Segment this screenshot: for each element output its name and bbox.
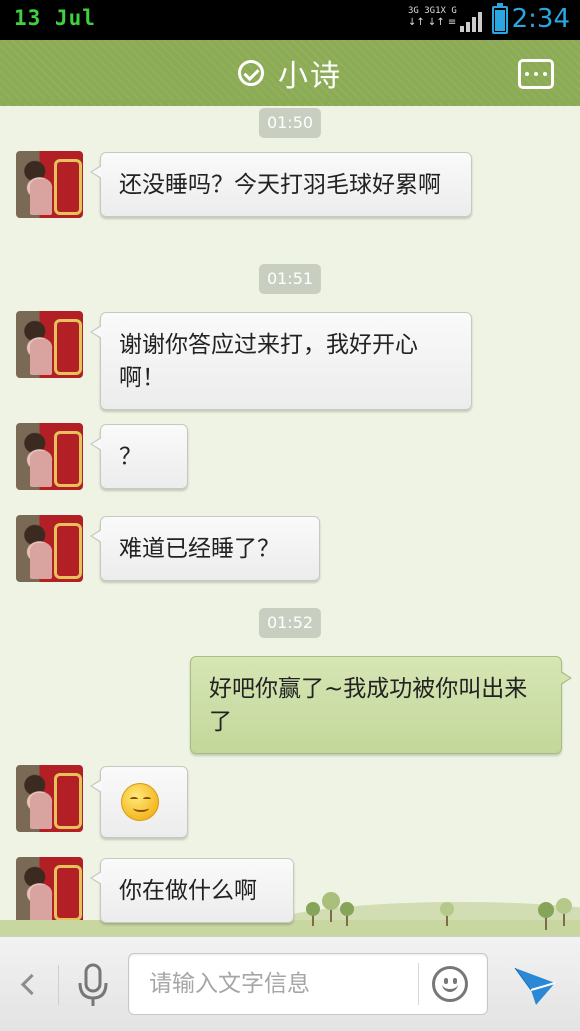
timestamp: 01:52: [258, 608, 322, 638]
chevron-left-icon[interactable]: [20, 973, 34, 997]
divider: [58, 965, 59, 1005]
data-arrows-icon: ↓↑ ↓↑ ≡: [408, 17, 457, 28]
incoming-emoji-message[interactable]: [90, 766, 188, 838]
contact-avatar[interactable]: [16, 311, 83, 378]
chat-area[interactable]: 01:50 还没睡吗？今天打羽毛球好累啊 01:51 谢谢你答应过来打，我好开心…: [0, 106, 580, 936]
contact-avatar[interactable]: [16, 765, 83, 832]
check-circle-icon: [238, 60, 264, 86]
network-label: 3G 3G1X G: [408, 6, 457, 16]
contact-avatar[interactable]: [16, 151, 83, 218]
microphone-icon[interactable]: [76, 963, 110, 1009]
send-icon[interactable]: [512, 963, 558, 1009]
signal-bars-icon: [460, 12, 484, 32]
incoming-message[interactable]: ？: [90, 424, 188, 489]
outgoing-message[interactable]: 好吧你赢了~我成功被你叫出来了: [190, 656, 572, 754]
status-bar: 13 Jul 3G 3G1X G ↓↑ ↓↑ ≡ 2:34: [0, 0, 580, 40]
incoming-message[interactable]: 你在做什么啊: [90, 858, 294, 923]
contact-avatar[interactable]: [16, 423, 83, 490]
input-bar: [0, 936, 580, 1031]
timestamp: 01:51: [258, 264, 322, 294]
battery-icon: [492, 3, 508, 34]
incoming-message[interactable]: 难道已经睡了？: [90, 516, 320, 581]
incoming-message[interactable]: 还没睡吗？今天打羽毛球好累啊: [90, 152, 472, 217]
contact-name: 小诗: [278, 59, 342, 94]
contact-avatar[interactable]: [16, 515, 83, 582]
incoming-message[interactable]: 谢谢你答应过来打，我好开心啊！: [90, 312, 472, 410]
signal-icons: 3G 3G1X G ↓↑ ↓↑ ≡: [408, 6, 488, 34]
more-icon: [525, 72, 529, 76]
header-title-group: 小诗: [0, 40, 580, 106]
timestamp: 01:50: [258, 108, 322, 138]
status-date: 13 Jul: [14, 6, 96, 30]
more-options-button[interactable]: [518, 59, 554, 89]
smiley-emoji-icon: [121, 783, 159, 821]
emoji-icon[interactable]: [432, 966, 468, 1002]
divider: [418, 963, 419, 1005]
status-time: 2:34: [511, 4, 570, 34]
